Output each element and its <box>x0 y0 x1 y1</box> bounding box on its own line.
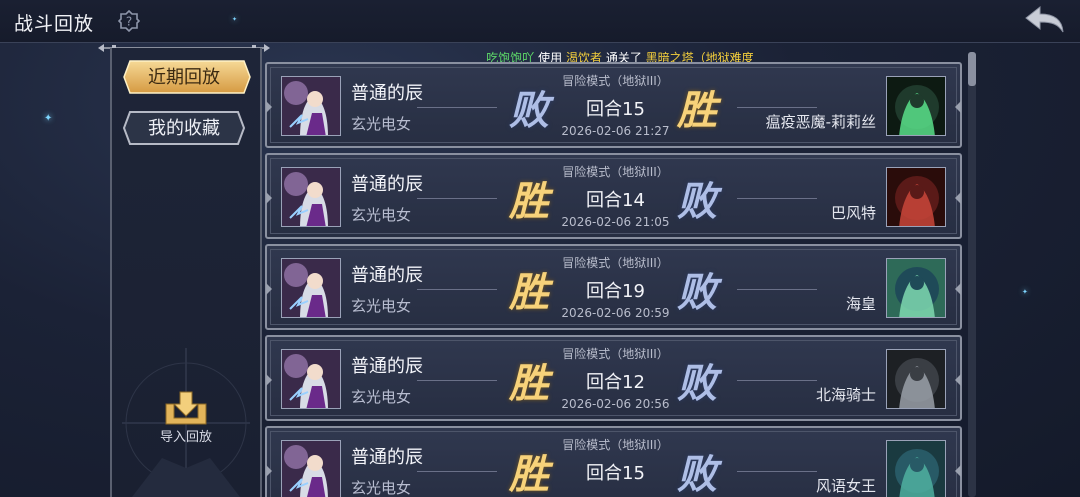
match-mode: 冒险模式（地狱III） <box>562 256 669 270</box>
back-arrow-icon[interactable] <box>1022 4 1066 38</box>
opponent-name: 海皇 <box>845 295 876 313</box>
opponent-name: 北海骑士 <box>815 386 876 404</box>
match-mode: 冒险模式（地狱III） <box>562 74 669 88</box>
help-icon[interactable]: ? <box>117 9 141 33</box>
match-mode: 冒险模式（地狱III） <box>562 347 669 361</box>
sparkle-decoration: ✦ <box>1022 288 1028 296</box>
svg-text:?: ? <box>126 15 132 29</box>
replay-row[interactable]: 普通的辰 玄光电女 胜 败 冒险模式（地狱III） 回合12 2026-02-0… <box>265 335 962 421</box>
top-bar: 战斗回放 ? <box>0 0 1080 43</box>
replay-row[interactable]: 普通的辰 玄光电女 胜 败 冒险模式（地狱III） 回合15 风语女王 <box>265 426 962 497</box>
match-mode: 冒险模式（地狱III） <box>562 165 669 179</box>
sparkle-decoration: ✦ <box>44 113 53 124</box>
opponent-name: 瘟疫恶魔-莉莉丝 <box>765 113 876 131</box>
opponent-avatar[interactable] <box>886 76 946 136</box>
replay-row[interactable]: 普通的辰 玄光电女 胜 败 冒险模式（地狱III） 回合14 2026-02-0… <box>265 153 962 239</box>
replay-list[interactable]: 普通的辰 玄光电女 败 胜 冒险模式（地狱III） 回合15 2026-02-0… <box>265 62 965 497</box>
opponent-avatar[interactable] <box>886 440 946 497</box>
match-mode: 冒险模式（地狱III） <box>562 438 669 452</box>
tab-recent-label: 近期回放 <box>148 67 220 88</box>
download-box-icon <box>165 391 207 425</box>
opponent-name: 巴风特 <box>830 204 876 222</box>
tab-recent-replays[interactable]: 近期回放 <box>122 59 251 94</box>
import-replay-button[interactable]: 导入回放 <box>150 388 222 445</box>
scrollbar[interactable] <box>968 52 976 497</box>
import-replay-label: 导入回放 <box>159 430 212 445</box>
replay-row[interactable]: 普通的辰 玄光电女 败 胜 冒险模式（地狱III） 回合15 2026-02-0… <box>265 62 962 148</box>
scrollbar-thumb[interactable] <box>968 52 976 86</box>
opponent-avatar[interactable] <box>886 349 946 409</box>
page-title: 战斗回放 <box>14 13 95 35</box>
replay-row[interactable]: 普通的辰 玄光电女 胜 败 冒险模式（地狱III） 回合19 2026-02-0… <box>265 244 962 330</box>
tab-favorites-label: 我的收藏 <box>148 118 220 139</box>
opponent-name: 风语女王 <box>815 477 876 495</box>
tab-my-favorites[interactable]: 我的收藏 <box>122 110 246 145</box>
opponent-avatar[interactable] <box>886 258 946 318</box>
opponent-avatar[interactable] <box>886 167 946 227</box>
sparkle-decoration: ✦ <box>232 16 238 23</box>
